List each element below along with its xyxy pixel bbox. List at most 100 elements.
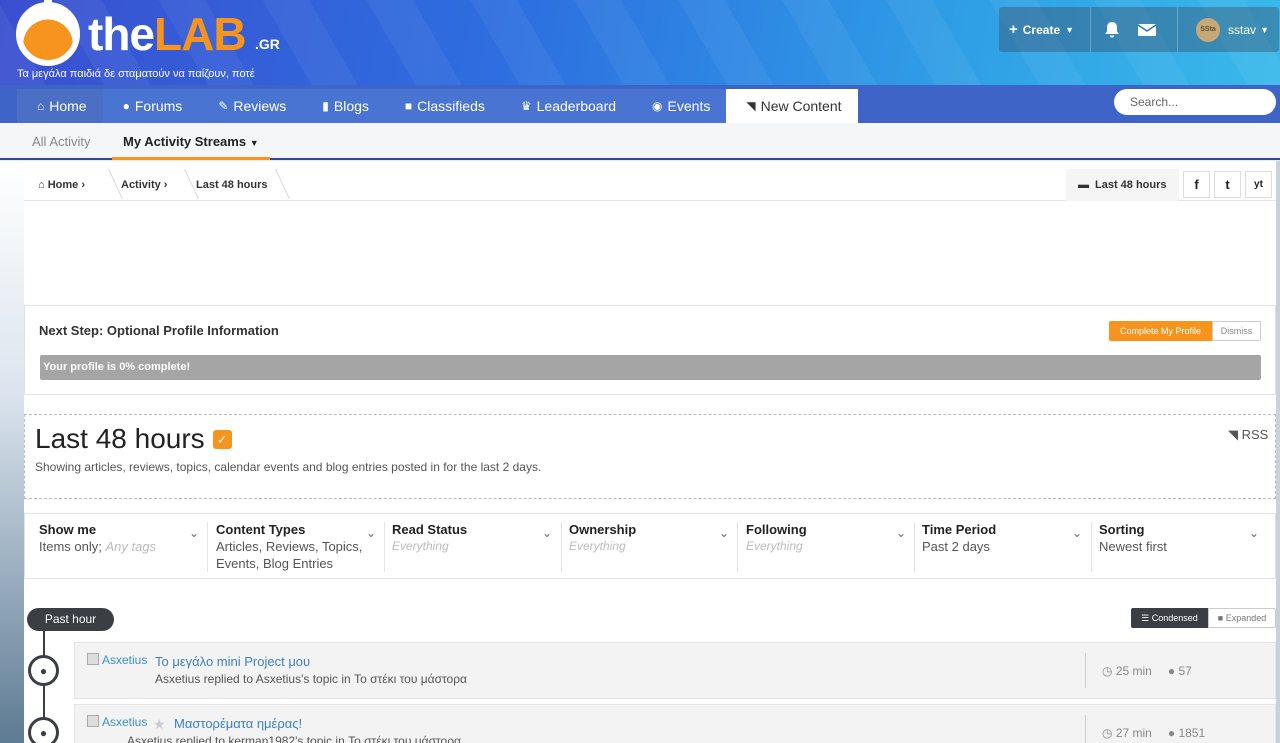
nav-item-forums[interactable]: ● Forums (102, 89, 199, 123)
site-tagline: Τα μεγάλα παιδιά δε σταματούν να παίζουν… (17, 68, 255, 80)
comments-icon: ● (122, 99, 130, 113)
activity-time: ◷ 25 min (1102, 664, 1152, 678)
page-title: Last 48 hours ✓ (35, 423, 232, 455)
expanded-view-button[interactable]: ■ Expanded (1208, 608, 1276, 628)
nav-label: Forums (134, 98, 183, 114)
broken-image-icon (87, 715, 99, 727)
author-avatar[interactable]: Asxetius (87, 715, 147, 729)
activity-item[interactable]: Asxetius Το μεγάλο mini Project μου Asxe… (74, 642, 1276, 699)
subnav-my-activity-streams[interactable]: My Activity Streams ▼ (112, 123, 270, 160)
username: sstav (1228, 22, 1257, 37)
filter-label: Show me (39, 522, 97, 537)
folder-button[interactable]: ▬ Last 48 hours (1066, 169, 1179, 201)
star-icon: ★ (153, 716, 166, 732)
facebook-icon[interactable]: f (1183, 171, 1210, 198)
filter-show-me[interactable]: Show me Items only; Any tags ⌄ (39, 514, 201, 580)
comment-icon: ● (1167, 663, 1176, 678)
filter-sorting[interactable]: Sorting Newest first ⌄ (1099, 514, 1261, 580)
condensed-view-button[interactable]: ☰ Condensed (1131, 608, 1208, 628)
caret-down-icon: ▼ (249, 138, 259, 148)
rss-link[interactable]: ◥ RSS (1228, 427, 1268, 443)
rss-icon: ◥ (746, 99, 756, 113)
filter-label: Read Status (392, 522, 468, 537)
activity-item[interactable]: Asxetius ★ Μαστορέματα ημέρας! Asxetius … (74, 704, 1276, 743)
rss-label: RSS (1241, 427, 1269, 442)
broken-image-icon (87, 653, 99, 665)
nav-item-classifieds[interactable]: ■ Classifieds (384, 89, 501, 123)
chevron-down-icon: ⌄ (1249, 526, 1260, 540)
filter-divider (1091, 522, 1092, 572)
nav-item-home[interactable]: ⌂ Home (17, 89, 103, 123)
stream-header: Last 48 hours ✓ Showing articles, review… (24, 414, 1276, 499)
home-icon: ⌂ (38, 179, 45, 191)
complete-profile-button[interactable]: Complete My Profile (1109, 321, 1212, 341)
search-input[interactable]: Search... (1114, 89, 1276, 115)
folder-icon: ▬ (1078, 179, 1089, 191)
filter-label: Ownership (569, 522, 637, 537)
filter-time-period[interactable]: Time Period Past 2 days ⌄ (922, 514, 1084, 580)
breadcrumb-home[interactable]: ⌂ Home › (38, 161, 85, 201)
dismiss-button[interactable]: Dismiss (1212, 321, 1261, 341)
clock-icon: ◷ (1102, 663, 1113, 678)
subnav-all-activity[interactable]: All Activity (32, 123, 91, 160)
filter-ownership[interactable]: Ownership Everything ⌄ (569, 514, 731, 580)
comment-icon: ● (28, 655, 59, 686)
stream-description: Showing articles, reviews, topics, calen… (35, 460, 542, 474)
bell-icon[interactable] (1103, 21, 1121, 39)
author-name: Asxetius (102, 715, 148, 729)
nav-item-leaderboard[interactable]: ♛ Leaderboard (500, 89, 633, 123)
user-notifications (1091, 7, 1179, 52)
nav-item-blogs[interactable]: ▮ Blogs (302, 89, 385, 123)
site-logo[interactable]: theLAB (88, 6, 247, 62)
checkmark-icon[interactable]: ✓ (212, 429, 232, 449)
stream-title: Last 48 hours (35, 423, 205, 454)
chevron-down-icon: ⌄ (719, 526, 730, 540)
comment-icon: ● (28, 717, 59, 743)
flask-logo-icon[interactable] (16, 0, 80, 66)
edit-icon: ✎ (218, 99, 229, 113)
envelope-icon[interactable] (1137, 22, 1157, 38)
chevron-down-icon: ⌄ (1072, 526, 1083, 540)
filter-value: Articles, Reviews, Topics, Events, Blog … (216, 539, 363, 571)
author-avatar[interactable]: Asxetius (87, 653, 147, 667)
filter-value-extra: Any tags (105, 539, 157, 554)
filter-label: Following (746, 522, 807, 537)
chevron-down-icon: ⌄ (189, 526, 200, 540)
timeline-period-badge: Past hour (27, 608, 114, 631)
filter-label: Sorting (1099, 522, 1145, 537)
logo-lab: LAB (154, 8, 247, 60)
youtube-icon[interactable]: yt (1245, 171, 1272, 198)
twitter-icon[interactable]: t (1214, 171, 1241, 198)
create-button[interactable]: + Create ▼ (999, 7, 1092, 52)
condensed-label: Condensed (1151, 613, 1198, 623)
activity-meta: ◷ 27 min ● 1851 (1085, 715, 1277, 743)
filter-value: Everything (569, 539, 626, 553)
activity-subtitle: Asxetius replied to Asxetius's topic in … (155, 672, 467, 686)
filter-read-status[interactable]: Read Status Everything ⌄ (392, 514, 554, 580)
main-content: ⌂ Home › Activity › Last 48 hours ▬ Last… (24, 161, 1276, 743)
nav-label: New Content (760, 98, 842, 114)
activity-meta: ◷ 25 min ● 57 (1085, 653, 1277, 688)
nav-item-events[interactable]: ◉ Events (632, 89, 727, 123)
main-navigation: ⌂ Home ● Forums ✎ Reviews ▮ Blogs ■ Clas… (0, 85, 1280, 123)
nav-tabs: ⌂ Home ● Forums ✎ Reviews ▮ Blogs ■ Clas… (17, 89, 858, 123)
activity-title[interactable]: Μαστορέματα ημέρας! (174, 716, 302, 731)
nav-label: Leaderboard (536, 98, 617, 114)
activity-title[interactable]: Το μεγάλο mini Project μου (155, 654, 310, 669)
filter-following[interactable]: Following Everything ⌄ (746, 514, 908, 580)
view-mode-toggle: ☰ Condensed ■ Expanded (1131, 608, 1276, 628)
home-icon: ⌂ (37, 99, 45, 113)
clock-icon: ◷ (1102, 725, 1113, 740)
nav-item-reviews[interactable]: ✎ Reviews (198, 89, 303, 123)
replies-count: 57 (1178, 663, 1192, 678)
nav-item-new-content[interactable]: ◥ New Content (726, 89, 858, 123)
breadcrumb-activity[interactable]: Activity › (121, 161, 167, 201)
filter-content-types[interactable]: Content Types Articles, Reviews, Topics,… (216, 514, 378, 580)
user-menu[interactable]: SSta sstav ▼ (1178, 17, 1269, 42)
chevron-down-icon: ⌄ (542, 526, 553, 540)
breadcrumb-label: Home (47, 179, 79, 191)
nav-label: Classifieds (417, 98, 485, 114)
logo-the: the (88, 8, 155, 60)
filter-label: Time Period (922, 522, 997, 537)
expanded-label: Expanded (1225, 613, 1267, 623)
